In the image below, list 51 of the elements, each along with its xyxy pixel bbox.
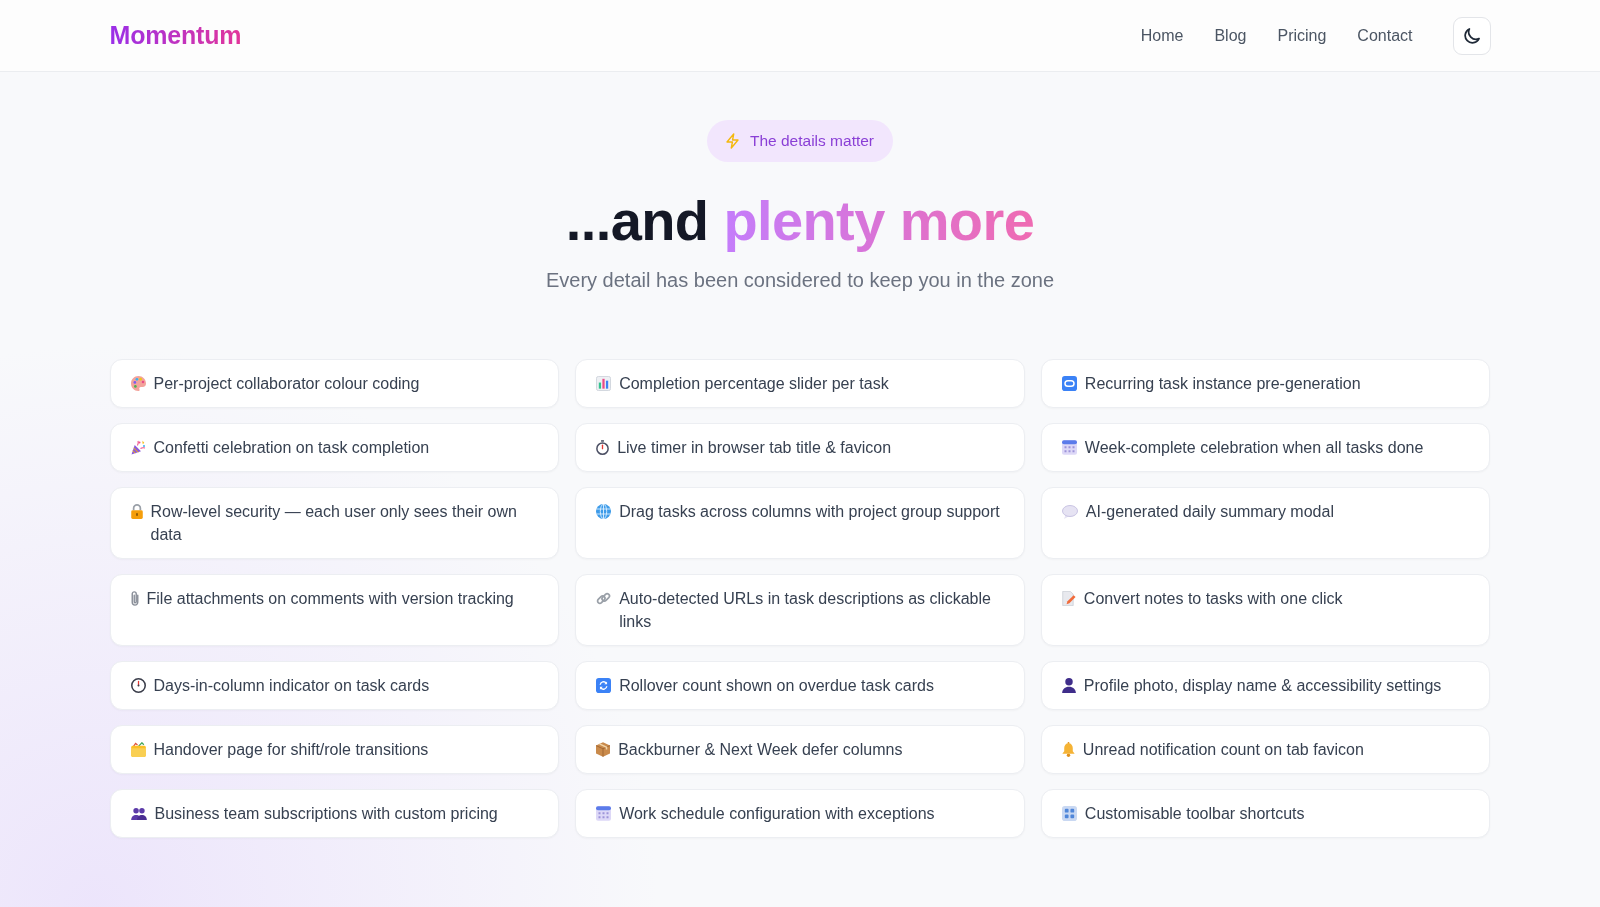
theme-toggle-button[interactable] (1452, 16, 1491, 55)
feature-text: Completion percentage slider per task (619, 374, 889, 395)
paperclip-icon (130, 591, 139, 607)
bar-chart-icon (596, 376, 612, 392)
feature-text: Rollover count shown on overdue task cards (619, 676, 934, 697)
feature-text: Confetti celebration on task completion (153, 438, 430, 459)
feature-text: Days-in-column indicator on task cards (153, 676, 430, 697)
feature-text: Work schedule configuration with exceptions (619, 804, 935, 825)
party-popper-icon (130, 440, 146, 456)
memo-icon (1061, 591, 1076, 607)
calendar-icon (1061, 440, 1077, 456)
chain-link-icon (596, 591, 612, 607)
feature-text: Drag tasks across columns with project group support (619, 502, 1000, 523)
feature-text: Customisable toolbar shortcuts (1084, 804, 1305, 825)
feature-text: Handover page for shift/role transitions (153, 740, 429, 761)
feature-text: Week-complete celebration when all tasks done (1084, 438, 1424, 459)
feature-text: Recurring task instance pre-generation (1084, 374, 1361, 395)
feature-text: Auto-detected URLs in task descriptions as clickable links (619, 589, 992, 633)
repeat-icon (1061, 376, 1077, 392)
feature-text: Backburner & Next Week defer columns (618, 740, 903, 761)
calendar-icon (596, 806, 612, 822)
feature-text: Per-project collaborator colour coding (153, 374, 420, 395)
feature-text: Business team subscriptions with custom pricing (154, 804, 498, 825)
feature-text: Row-level security — each user only sees their own data (150, 502, 518, 546)
feature-text: Convert notes to tasks with one click (1083, 589, 1343, 610)
palette-icon (130, 376, 146, 392)
speech-bubble-icon (1061, 504, 1078, 519)
people-icon (130, 807, 147, 820)
stopwatch-icon (596, 440, 610, 456)
clock-icon (130, 678, 146, 694)
nav-link[interactable]: Home (1140, 19, 1184, 52)
nav-link[interactable]: Pricing (1277, 19, 1327, 52)
nav-link[interactable]: Blog (1214, 19, 1247, 52)
folder-icon (130, 742, 146, 758)
nav-link[interactable]: Contact (1357, 19, 1413, 52)
package-icon (596, 742, 611, 758)
grid-icon (1061, 806, 1077, 822)
feature-text: File attachments on comments with version tracking (146, 589, 514, 610)
hero-subtitle: Every detail has been considered to keep you in the zone (544, 268, 1056, 294)
feature-text: Unread notification count on tab favicon (1082, 740, 1364, 761)
lock-icon (130, 504, 143, 520)
refresh-icon (596, 678, 612, 694)
bell-icon (1061, 742, 1075, 758)
globe-icon (596, 504, 612, 520)
moon-icon (1463, 27, 1480, 44)
badge-text: The details matter (749, 131, 875, 152)
lightning-icon (725, 133, 739, 149)
person-icon (1061, 678, 1076, 694)
feature-text: AI-generated daily summary modal (1085, 502, 1334, 523)
feature-text: Live timer in browser tab title & favicon (617, 438, 892, 459)
feature-text: Profile photo, display name & accessibility settings (1083, 676, 1442, 697)
